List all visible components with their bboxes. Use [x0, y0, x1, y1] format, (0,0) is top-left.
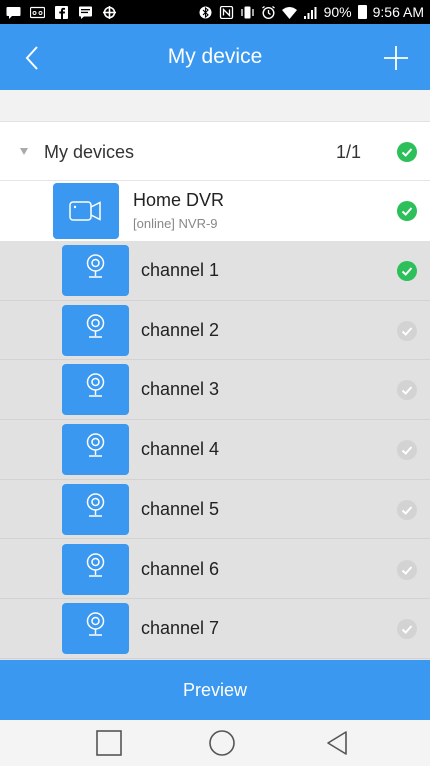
- recent-apps-button[interactable]: [89, 728, 129, 758]
- plus-icon: [384, 46, 408, 70]
- channel-check-icon[interactable]: [397, 380, 417, 401]
- webcam-icon: [62, 304, 129, 356]
- webcam-icon: [62, 603, 129, 655]
- page-title: My device: [167, 45, 263, 68]
- group-check-icon[interactable]: [397, 142, 417, 162]
- channel-row[interactable]: channel 3: [0, 360, 430, 421]
- alarm-icon: [261, 5, 276, 19]
- webcam-icon: [62, 245, 129, 296]
- triangle-back-icon: [327, 731, 347, 755]
- bluetooth-icon: [198, 6, 213, 19]
- channel-label: channel 2: [141, 319, 220, 340]
- channel-row[interactable]: channel 1: [0, 241, 430, 301]
- channel-check-icon[interactable]: [397, 619, 417, 640]
- channel-row[interactable]: channel 2: [0, 301, 430, 361]
- app-bar: My device: [0, 24, 430, 90]
- video-camera-icon: [53, 183, 119, 239]
- channel-check-icon[interactable]: [397, 499, 417, 520]
- webcam-icon: [62, 424, 129, 476]
- webcam-icon: [62, 483, 129, 535]
- section-spacer: [0, 90, 430, 122]
- channel-check-icon[interactable]: [397, 559, 417, 580]
- device-check-icon[interactable]: [397, 201, 417, 221]
- square-icon: [96, 730, 122, 756]
- channel-list: channel 1 channel 2 channel 3 channel 4: [0, 241, 430, 660]
- message-icon: [6, 6, 21, 19]
- group-label: My devices: [44, 142, 135, 162]
- back-nav-button[interactable]: [318, 728, 358, 758]
- vibrate-icon: [240, 6, 255, 19]
- battery-percent: 90%: [323, 4, 352, 20]
- channel-check-icon[interactable]: [397, 440, 417, 461]
- channel-row[interactable]: channel 4: [0, 420, 430, 480]
- group-count: 1/1: [336, 142, 362, 162]
- system-nav-bar: [0, 720, 430, 766]
- channel-row[interactable]: channel 5: [0, 480, 430, 540]
- expand-triangle-icon[interactable]: [20, 148, 28, 155]
- channel-label: channel 6: [141, 558, 220, 579]
- channel-label: channel 1: [141, 260, 220, 280]
- back-button[interactable]: [14, 40, 54, 76]
- clock: 9:56 AM: [372, 4, 424, 20]
- facebook-icon: [54, 5, 69, 19]
- voicemail-icon: [29, 6, 46, 19]
- channel-label: channel 3: [141, 379, 220, 400]
- status-bar: 90% 9:56 AM: [0, 0, 430, 24]
- webcam-icon: [62, 364, 129, 416]
- channel-label: channel 5: [141, 498, 220, 519]
- channel-check-icon[interactable]: [397, 320, 417, 341]
- home-button[interactable]: [202, 728, 242, 758]
- chevron-left-icon: [25, 46, 38, 70]
- channel-label: channel 7: [141, 618, 220, 639]
- preview-button[interactable]: Preview: [0, 660, 430, 720]
- device-group-row[interactable]: My devices 1/1: [0, 123, 430, 181]
- channel-row[interactable]: channel 6: [0, 540, 430, 600]
- battery-icon: [357, 5, 367, 19]
- channel-row[interactable]: channel 7: [0, 599, 430, 659]
- channel-label: channel 4: [141, 439, 220, 460]
- settings-icon: [102, 5, 117, 19]
- wifi-icon: [281, 6, 297, 19]
- chat-icon: [78, 6, 93, 19]
- device-status: [online] NVR-9: [133, 216, 218, 231]
- signal-icon: [303, 6, 318, 19]
- circle-icon: [209, 730, 235, 756]
- device-name: Home DVR: [133, 190, 225, 210]
- webcam-icon: [62, 543, 129, 595]
- nfc-icon: [219, 5, 234, 19]
- channel-check-icon[interactable]: [397, 261, 417, 281]
- add-device-button[interactable]: [376, 38, 416, 78]
